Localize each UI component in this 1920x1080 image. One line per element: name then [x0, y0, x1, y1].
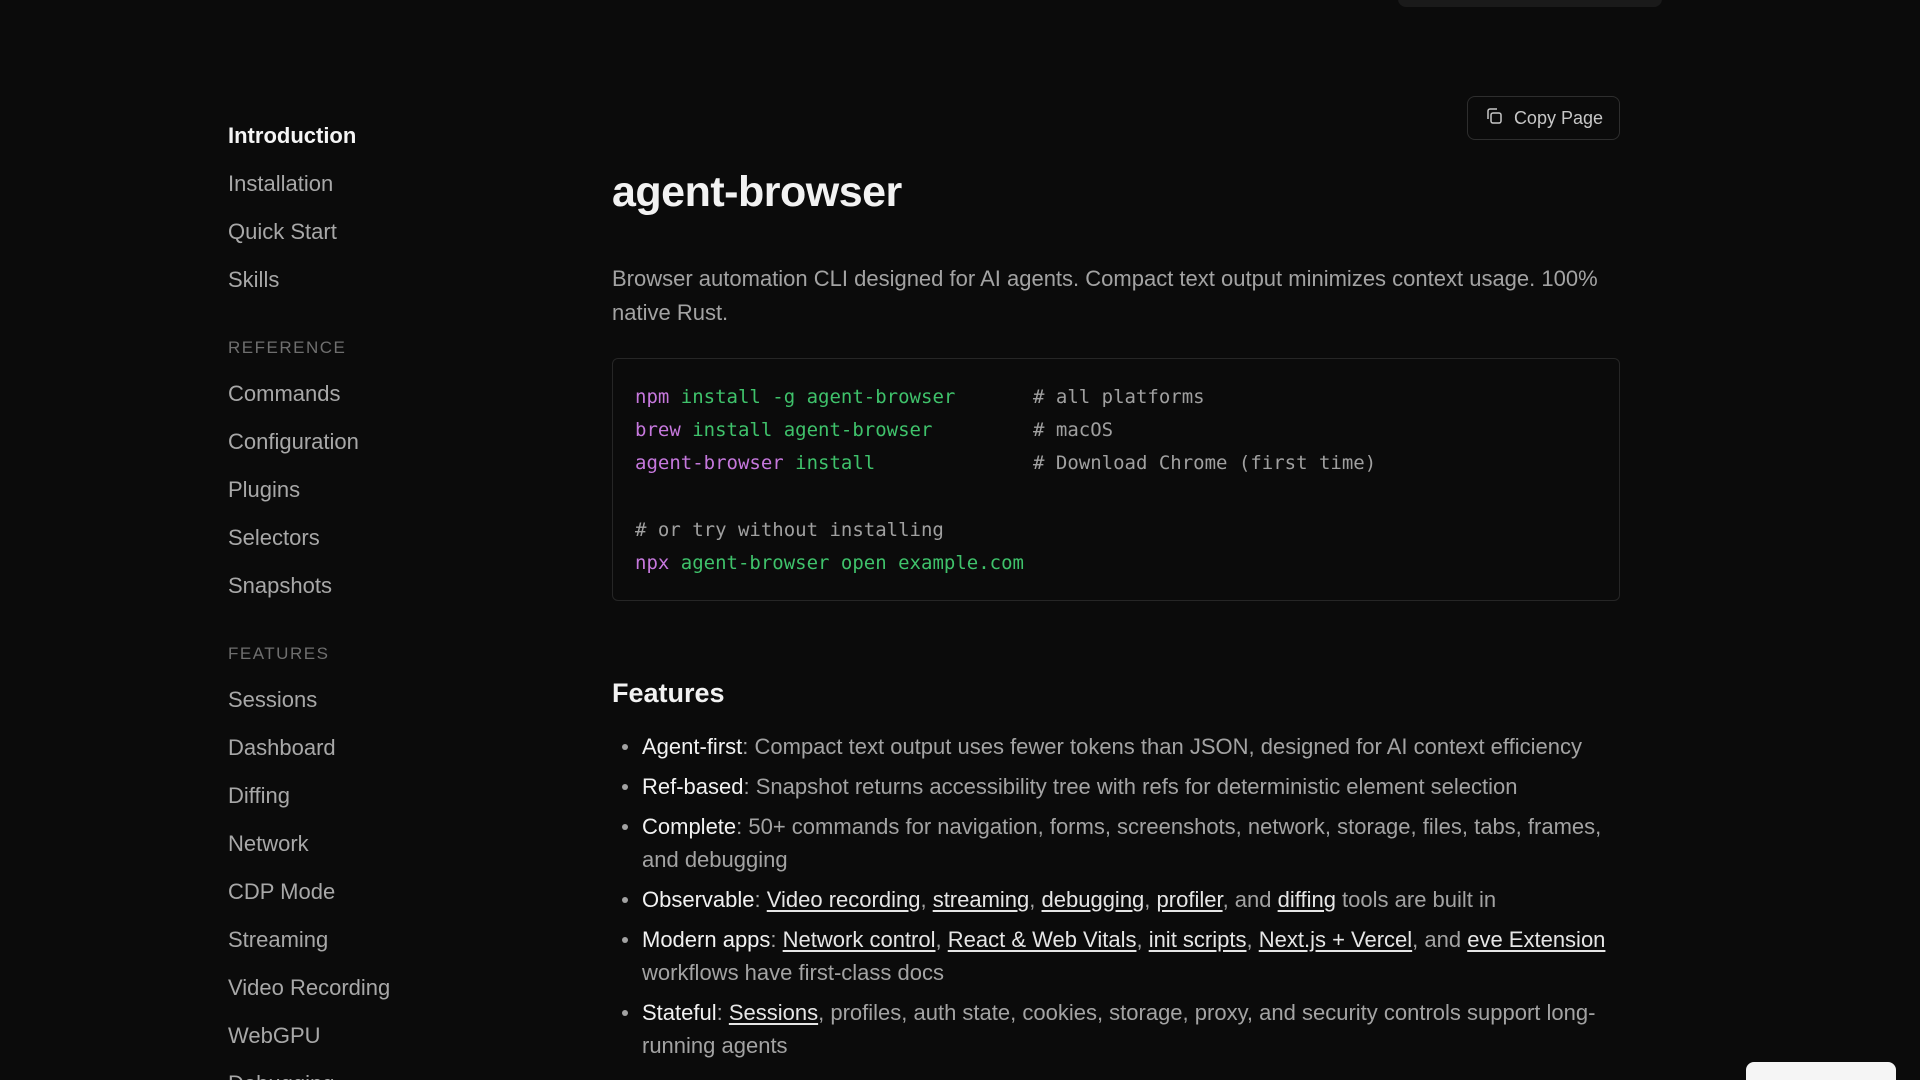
code-line: # or try without installing [635, 514, 1597, 547]
code-command: brew [635, 419, 681, 441]
feature-text: , [1246, 927, 1259, 952]
sidebar-item-configuration[interactable]: Configuration [228, 418, 528, 466]
feature-item-ref-based: Ref-based: Snapshot returns accessibilit… [622, 770, 1620, 803]
feature-text: , [920, 887, 933, 912]
copy-page-button[interactable]: Copy Page [1466, 96, 1620, 140]
feature-text: : Snapshot returns accessibility tree wi… [743, 774, 1518, 799]
sidebar-item-plugins[interactable]: Plugins [228, 466, 528, 514]
feature-item-modern-apps: Modern apps: Network control, React & We… [622, 923, 1620, 989]
feature-text: : [716, 1000, 729, 1025]
sidebar-item-streaming[interactable]: Streaming [228, 916, 528, 964]
code-arguments: install -g agent-browser [680, 386, 956, 408]
feature-text: , and [1222, 887, 1278, 912]
code-line: npx agent-browser open example.com [635, 547, 1597, 580]
link-eve-extension[interactable]: eve Extension [1467, 927, 1605, 952]
features-list: Agent-first: Compact text output uses fe… [622, 730, 1620, 1069]
feature-item-stateful: Stateful: Sessions, profiles, auth state… [622, 996, 1620, 1062]
code-command: npx [635, 552, 670, 574]
code-line: agent-browser install # Download Chrome (… [635, 447, 1597, 480]
link-debugging[interactable]: debugging [1042, 887, 1145, 912]
sidebar-item-installation[interactable]: Installation [228, 160, 528, 208]
code-comment: # Download Chrome (first time) [1033, 452, 1377, 474]
code-comment: # or try without installing [635, 519, 944, 541]
feature-text: , [935, 927, 948, 952]
sidebar-item-webgpu[interactable]: WebGPU [228, 1012, 528, 1060]
link-sessions[interactable]: Sessions [729, 1000, 818, 1025]
sidebar-item-quick-start[interactable]: Quick Start [228, 208, 528, 256]
link-streaming[interactable]: streaming [933, 887, 1030, 912]
sidebar-item-commands[interactable]: Commands [228, 370, 528, 418]
code-comment: # all platforms [1033, 386, 1205, 408]
feature-text: , [1144, 887, 1157, 912]
install-code-block[interactable]: npm install -g agent-browser # all platfo… [612, 358, 1620, 601]
intro-paragraph: Browser automation CLI designed for AI a… [612, 266, 1598, 325]
page-title: agent-browser [612, 168, 902, 216]
code-line: npm install -g agent-browser # all platfo… [635, 381, 1597, 414]
link-video-recording[interactable]: Video recording [767, 887, 921, 912]
docs-page: Introduction Installation Quick Start Skill… [0, 0, 1920, 1080]
feature-name: Stateful [642, 1000, 717, 1025]
sidebar-item-debugging[interactable]: Debugging [228, 1060, 528, 1080]
code-arguments: install agent-browser [692, 419, 933, 441]
copy-page-label: Copy Page [1513, 107, 1603, 128]
feature-name: Agent-first [642, 734, 743, 759]
sidebar-item-diffing[interactable]: Diffing [228, 772, 528, 820]
code-comment: # macOS [1033, 419, 1114, 441]
feature-item-observable: Observable: Video recording, streaming , … [622, 883, 1620, 916]
feature-text: tools are built in [1335, 887, 1497, 912]
code-arguments: agent-browser open example.com [680, 552, 1024, 574]
feature-name: Complete [642, 814, 737, 839]
sidebar-item-dashboard[interactable]: Dashboard [228, 724, 528, 772]
feature-text: : [754, 887, 767, 912]
code-arguments: install [795, 452, 876, 474]
feature-item-agent-first: Agent-first: Compact text output uses fe… [622, 730, 1620, 763]
feature-text: : [770, 927, 783, 952]
feature-text: , [1136, 927, 1149, 952]
feature-text: , [1029, 887, 1042, 912]
copy-icon [1484, 106, 1504, 131]
chat-widget-button[interactable] [1746, 1062, 1896, 1080]
feature-name: Modern apps [642, 927, 771, 952]
sidebar-item-video-recording[interactable]: Video Recording [228, 964, 528, 1012]
link-init-scripts[interactable]: init scripts [1149, 927, 1247, 952]
feature-text: : 50+ commands for navigation, forms, sc… [642, 814, 1602, 872]
feature-text: , and [1412, 927, 1468, 952]
sidebar-item-snapshots[interactable]: Snapshots [228, 562, 528, 610]
sidebar-nav: Introduction Installation Quick Start Skill… [228, 112, 528, 1080]
sidebar-item-network[interactable]: Network [228, 820, 528, 868]
link-profiler[interactable]: profiler [1157, 887, 1223, 912]
link-diffing[interactable]: diffing [1278, 887, 1336, 912]
link-network-control[interactable]: Network control [783, 927, 936, 952]
sidebar-item-skills[interactable]: Skills [228, 256, 528, 304]
sidebar-item-selectors[interactable]: Selectors [228, 514, 528, 562]
features-heading: Features [612, 678, 725, 708]
sidebar-item-cdp-mode[interactable]: CDP Mode [228, 868, 528, 916]
sidebar-section-reference: REFERENCE [228, 338, 347, 357]
feature-name: Ref-based [642, 774, 744, 799]
link-react-web-vitals[interactable]: React & Web Vitals [948, 927, 1137, 952]
feature-item-complete: Complete: 50+ commands for navigation, f… [622, 810, 1620, 876]
sidebar-section-features: FEATURES [228, 644, 330, 663]
code-command: npm [635, 386, 670, 408]
feature-name: Observable [642, 887, 755, 912]
search-bar[interactable] [1398, 0, 1662, 7]
feature-text: workflows have first-class docs [642, 960, 944, 985]
feature-text: : Compact text output uses fewer tokens … [742, 734, 1582, 759]
sidebar-item-introduction[interactable]: Introduction [228, 112, 528, 160]
code-command: agent-browser [635, 452, 784, 474]
link-next-js-vercel[interactable]: Next.js + Vercel [1259, 927, 1412, 952]
sidebar-item-sessions[interactable]: Sessions [228, 676, 528, 724]
code-line: brew install agent-browser # macOS [635, 414, 1597, 447]
